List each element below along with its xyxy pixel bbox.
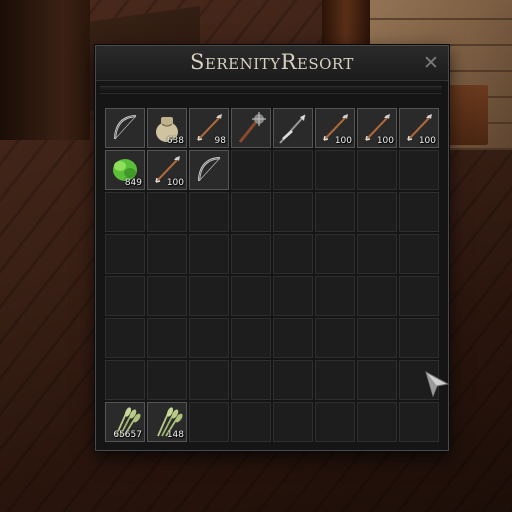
inventory-slot-filled[interactable]: 100	[315, 108, 355, 148]
inventory-slot-empty[interactable]	[273, 192, 313, 232]
mouse-cursor-icon	[425, 370, 450, 398]
inventory-slot-empty[interactable]	[231, 318, 271, 358]
inventory-slot-empty[interactable]	[357, 234, 397, 274]
inventory-slot-empty[interactable]	[273, 234, 313, 274]
inventory-slot-filled[interactable]: 638	[147, 108, 187, 148]
inventory-slot-empty[interactable]	[399, 276, 439, 316]
inventory-slot-empty[interactable]	[273, 318, 313, 358]
inventory-slot-filled[interactable]: 100	[147, 150, 187, 190]
inventory-slot-filled[interactable]: 849	[105, 150, 145, 190]
mace-icon	[238, 112, 266, 143]
inventory-slot-empty[interactable]	[273, 276, 313, 316]
inventory-slot-empty[interactable]	[315, 402, 355, 442]
inventory-slot-empty[interactable]	[315, 234, 355, 274]
inventory-slot-empty[interactable]	[105, 276, 145, 316]
inventory-slot-empty[interactable]	[315, 276, 355, 316]
inventory-slot-empty[interactable]	[189, 234, 229, 274]
inventory-slot-empty[interactable]	[231, 150, 271, 190]
inventory-slot-empty[interactable]	[399, 192, 439, 232]
inventory-slot-empty[interactable]	[105, 318, 145, 358]
inventory-slot-empty[interactable]	[147, 234, 187, 274]
inventory-slot-empty[interactable]	[273, 402, 313, 442]
inventory-slot-empty[interactable]	[189, 402, 229, 442]
inventory-slot-empty[interactable]	[315, 150, 355, 190]
inventory-slot-empty[interactable]	[357, 318, 397, 358]
bow-icon	[197, 156, 221, 182]
inventory-slot-empty[interactable]	[399, 402, 439, 442]
inventory-slot-empty[interactable]	[273, 360, 313, 400]
inventory-slot-filled[interactable]: 148	[147, 402, 187, 442]
inventory-slot-empty[interactable]	[147, 318, 187, 358]
inventory-slot-empty[interactable]	[315, 318, 355, 358]
item-quantity: 849	[124, 178, 142, 188]
inventory-slot-empty[interactable]	[357, 402, 397, 442]
inventory-grid: 638 98 100 100 100 849 100 65657 148	[105, 108, 439, 442]
item-quantity: 100	[418, 136, 436, 146]
item-quantity: 100	[376, 136, 394, 146]
item-quantity: 98	[214, 136, 226, 146]
item-quantity: 100	[334, 136, 352, 146]
inventory-slot-empty[interactable]	[189, 276, 229, 316]
inventory-slot-filled[interactable]: 100	[357, 108, 397, 148]
inventory-slot-filled[interactable]	[273, 108, 313, 148]
inventory-slot-empty[interactable]	[147, 360, 187, 400]
inventory-slot-empty[interactable]	[399, 318, 439, 358]
inventory-slot-empty[interactable]	[357, 150, 397, 190]
inventory-slot-empty[interactable]	[231, 192, 271, 232]
inventory-slot-empty[interactable]	[147, 276, 187, 316]
inventory-slot-empty[interactable]	[189, 192, 229, 232]
inventory-slot-filled[interactable]	[189, 150, 229, 190]
inventory-slot-filled[interactable]	[231, 108, 271, 148]
inventory-slot-empty[interactable]	[357, 192, 397, 232]
inventory-slot-empty[interactable]	[105, 360, 145, 400]
inventory-slot-filled[interactable]: 98	[189, 108, 229, 148]
inventory-slot-empty[interactable]	[231, 276, 271, 316]
item-quantity: 148	[166, 430, 184, 440]
inventory-slot-empty[interactable]	[315, 360, 355, 400]
inventory-slot-filled[interactable]: 100	[399, 108, 439, 148]
container-inventory-window: SerenityResort ✕ 638 98 100 100 100 849 100 656…	[95, 45, 449, 451]
inventory-slot-empty[interactable]	[399, 150, 439, 190]
window-titlebar[interactable]: SerenityResort ✕	[96, 46, 448, 81]
inventory-slot-empty[interactable]	[105, 234, 145, 274]
inventory-slot-empty[interactable]	[357, 276, 397, 316]
inventory-slot-empty[interactable]	[147, 192, 187, 232]
close-button[interactable]: ✕	[421, 52, 441, 74]
inventory-slot-empty[interactable]	[357, 360, 397, 400]
item-quantity: 638	[166, 136, 184, 146]
inventory-slot-empty[interactable]	[399, 234, 439, 274]
background-shelf	[448, 85, 488, 145]
bow-icon	[113, 114, 137, 140]
item-quantity: 100	[166, 178, 184, 188]
inventory-slot-empty[interactable]	[273, 150, 313, 190]
inventory-slot-filled[interactable]: 65657	[105, 402, 145, 442]
background-post	[322, 0, 370, 50]
inventory-slot-empty[interactable]	[231, 360, 271, 400]
inventory-slot-empty[interactable]	[315, 192, 355, 232]
inventory-slot-empty[interactable]	[231, 402, 271, 442]
inventory-slot-empty[interactable]	[189, 318, 229, 358]
inventory-slot-empty[interactable]	[231, 234, 271, 274]
inventory-slot-filled[interactable]	[105, 108, 145, 148]
inventory-slot-empty[interactable]	[105, 192, 145, 232]
inventory-slot-empty[interactable]	[189, 360, 229, 400]
item-quantity: 65657	[113, 430, 142, 440]
window-title: SerenityResort	[190, 50, 354, 74]
spear-icon	[279, 114, 306, 144]
background-beam	[0, 0, 90, 140]
title-divider	[100, 86, 442, 94]
